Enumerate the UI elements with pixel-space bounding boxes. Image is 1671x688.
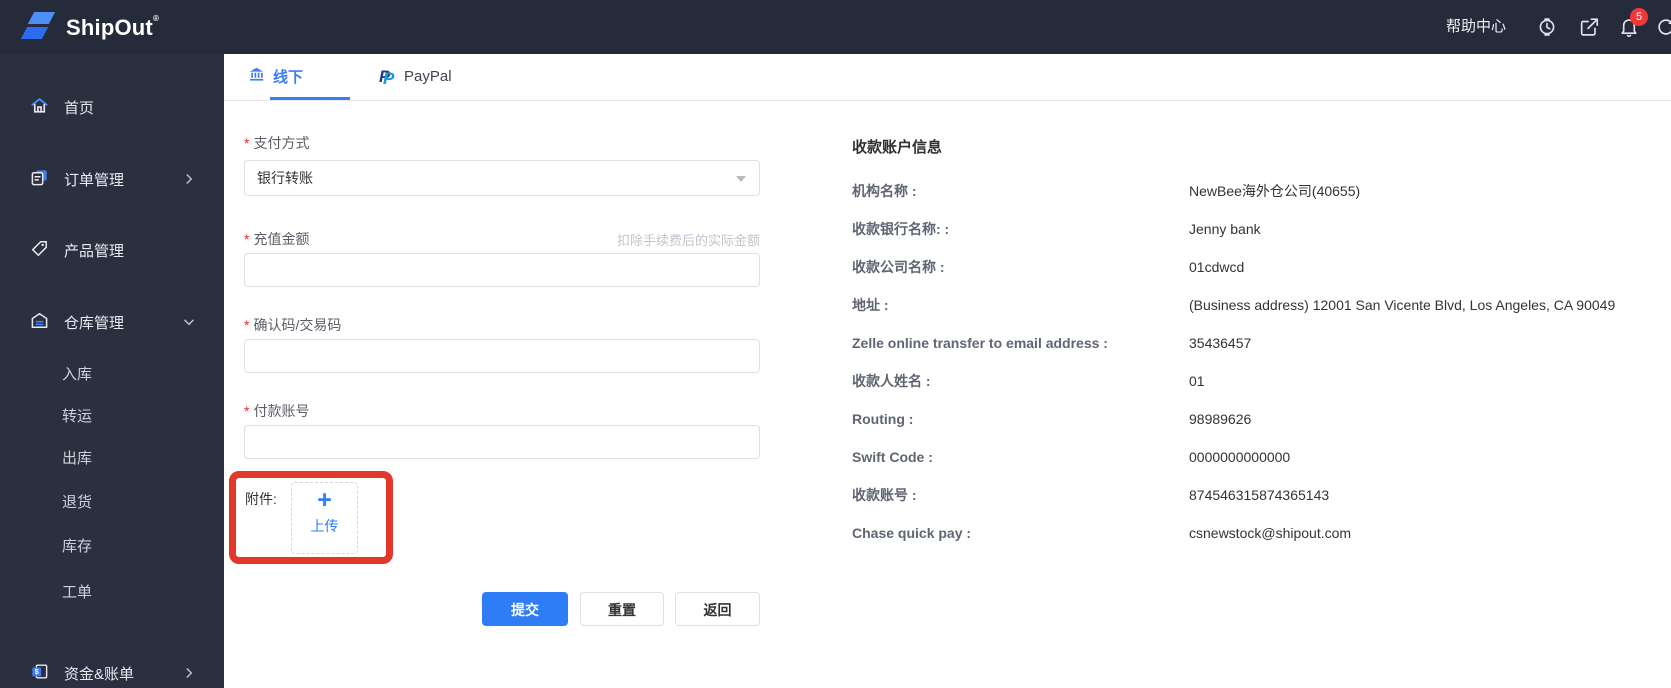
sidebar-item-funds-bills[interactable]: $ 资金&账单: [30, 662, 214, 684]
warehouse-icon: [30, 311, 49, 334]
upload-attachment-button[interactable]: + 上传: [291, 482, 358, 554]
sidebar-item-warehouse[interactable]: 仓库管理: [30, 311, 214, 333]
tab-label: 线下: [273, 69, 304, 86]
payment-method-select[interactable]: 银行转账: [244, 160, 760, 196]
sidebar-label: 订单管理: [64, 171, 125, 189]
sidebar-label: 资金&账单: [64, 665, 135, 683]
bank-icon: [248, 66, 265, 87]
info-row-routing: Routing :98989626: [852, 411, 1252, 427]
amount-label-row: * 充值金额 扣除手续费后的实际金额: [244, 231, 760, 248]
sidebar-item-home[interactable]: 首页: [30, 96, 214, 118]
required-marker: *: [244, 403, 250, 419]
select-caret-icon: [736, 176, 746, 182]
sidebar-label: 仓库管理: [64, 314, 125, 332]
tab-paypal[interactable]: PP PayPal: [379, 54, 452, 99]
required-marker: *: [244, 231, 250, 247]
svg-text:$: $: [35, 668, 39, 676]
notification-badge: 5: [1630, 8, 1648, 26]
info-row-account-number: 收款账号 :874546315874365143: [852, 487, 1330, 503]
payer-account-input[interactable]: [244, 425, 760, 459]
funds-icon: $: [30, 662, 49, 685]
back-button[interactable]: 返回: [675, 592, 760, 626]
payment-tabs: 线下 PP PayPal: [224, 54, 1671, 101]
info-row-org-name: 机构名称 : NewBee海外仓公司(40655): [852, 183, 1361, 199]
sidebar-subitem-returns[interactable]: 退货: [62, 492, 92, 514]
tag-icon: [30, 239, 49, 262]
payment-method-label: * 支付方式: [244, 135, 310, 151]
tab-offline[interactable]: 线下: [248, 54, 350, 100]
active-tab-underline: [270, 97, 350, 100]
sidebar-item-orders[interactable]: 订单管理: [30, 168, 214, 190]
paypal-icon: PP: [379, 66, 395, 88]
info-row-company-name: 收款公司名称 :01cdwcd: [852, 259, 1245, 275]
attachment-label: 附件:: [245, 491, 277, 507]
sidebar-label: 首页: [64, 99, 95, 117]
chevron-right-icon: [182, 666, 196, 680]
lightning-bolt-icon: [20, 7, 58, 47]
sidebar-subitem-outbound[interactable]: 出库: [62, 448, 92, 470]
info-row-chase-quick-pay: Chase quick pay : csnewstock@shipout.com: [852, 525, 1352, 541]
sidebar-subitem-inbound[interactable]: 入库: [62, 364, 92, 386]
sync-icon[interactable]: [1655, 16, 1671, 38]
upload-label: 上传: [310, 518, 339, 534]
sidebar-subitem-inventory[interactable]: 库存: [62, 536, 92, 558]
info-row-swift-code: Swift Code :0000000000000: [852, 449, 1291, 465]
tab-label: PayPal: [404, 68, 452, 85]
chevron-down-icon: [182, 315, 196, 329]
share-export-icon[interactable]: [1578, 16, 1600, 38]
required-marker: *: [244, 135, 250, 151]
home-icon: [30, 96, 49, 119]
top-navbar: ShipOut® 帮助中心 5: [0, 0, 1671, 54]
submit-button[interactable]: 提交: [482, 592, 568, 626]
history-clock-icon[interactable]: [1536, 16, 1558, 38]
confirmation-code-input[interactable]: [244, 339, 760, 373]
info-row-zelle: Zelle online transfer to email address :…: [852, 335, 1252, 351]
chevron-right-icon: [182, 172, 196, 186]
sidebar-nav: 首页 订单管理 产品管理 仓库管理 入库 转运 出库 退货 库存 工单 $ 资金…: [0, 54, 224, 688]
orders-icon: [30, 168, 49, 191]
info-row-payee-name: 收款人姓名 :01: [852, 373, 1205, 389]
info-row-address: 地址 : (Business address) 12001 San Vicente…: [852, 297, 1616, 313]
plus-icon: +: [317, 486, 332, 514]
brand-name: ShipOut®: [66, 13, 160, 40]
sidebar-subitem-workorder[interactable]: 工单: [62, 582, 92, 604]
info-row-bank-name: 收款银行名称: : Jenny bank: [852, 221, 1261, 237]
sidebar-item-products[interactable]: 产品管理: [30, 239, 214, 261]
shipout-logo: ShipOut®: [20, 7, 159, 47]
amount-input[interactable]: [244, 253, 760, 287]
confirmation-code-label: * 确认码/交易码: [244, 317, 342, 333]
payee-account-info-title: 收款账户信息: [852, 139, 943, 156]
amount-hint: 扣除手续费后的实际金额: [616, 233, 760, 248]
payer-account-label: * 付款账号: [244, 403, 310, 419]
sidebar-label: 产品管理: [64, 242, 125, 260]
reset-button[interactable]: 重置: [580, 592, 664, 626]
sidebar-subitem-transfer[interactable]: 转运: [62, 406, 92, 428]
help-center-link[interactable]: 帮助中心: [1446, 0, 1506, 54]
required-marker: *: [244, 317, 250, 333]
